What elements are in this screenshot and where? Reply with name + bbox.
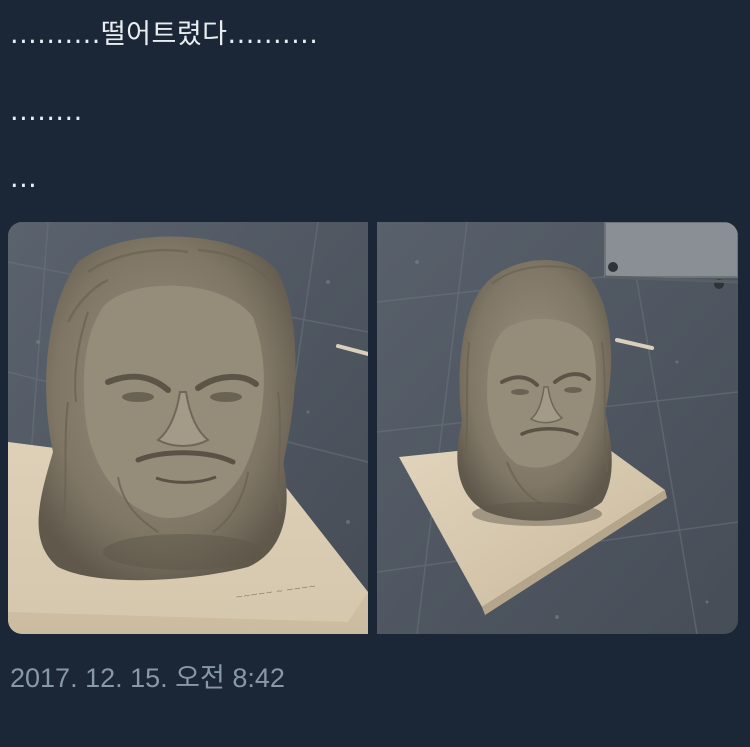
tweet-timestamp[interactable]: 2017. 12. 15. 오전 8:42 (10, 661, 285, 695)
tweet-photo-2[interactable] (377, 222, 738, 634)
tweet-card: ..........떨어트렸다.......... ........ ... ~… (0, 0, 750, 747)
tweet-photo-grid: ~~~~~ ~ ~~~~ (8, 222, 738, 634)
tweet-text-line-3: ... (10, 163, 38, 194)
tweet-text-line-1: ..........떨어트렸다.......... (10, 19, 319, 50)
tweet-text-line-2: ........ (10, 96, 83, 127)
tweet-photo-1[interactable]: ~~~~~ ~ ~~~~ (8, 222, 368, 634)
clay-bust-on-board-image (377, 222, 738, 634)
clay-bust-closeup-image: ~~~~~ ~ ~~~~ (8, 222, 368, 634)
